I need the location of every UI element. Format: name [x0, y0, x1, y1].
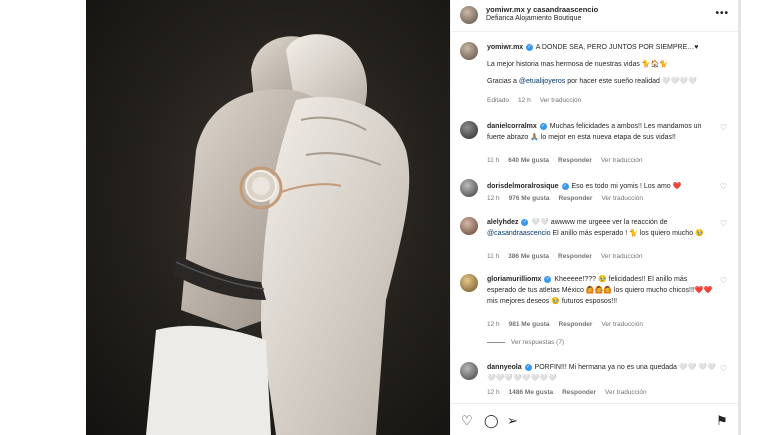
- comment: gloriamurilliomx ✓ Kheeeee!??? 🥹 felicid…: [487, 274, 717, 307]
- reply-button[interactable]: Responder: [558, 321, 592, 328]
- scrollbar[interactable]: [738, 0, 741, 435]
- like-count[interactable]: 976 Me gusta: [509, 195, 550, 202]
- verified-icon: ✓: [521, 218, 529, 226]
- comment-text: 🤍🤍 awwww me urgeee ver la reacción de: [531, 219, 668, 226]
- post-panel: yomiwr.mx y casandraascencio Defianca Al…: [450, 0, 739, 435]
- reply-button[interactable]: Responder: [562, 389, 596, 396]
- timestamp[interactable]: 12 h: [487, 321, 500, 328]
- reply-button[interactable]: Responder: [558, 253, 592, 260]
- action-bar: ♡ ◯ ➢ ⚑: [451, 403, 739, 435]
- verified-icon: ✓: [526, 43, 534, 51]
- post-caption: yomiwr.mx ✓ A DONDE SEA, PERO JUNTOS POR…: [487, 42, 717, 87]
- caption-text: por hacer este sueño realidad 🤍🤍🤍🤍: [565, 78, 697, 85]
- comment-text: El anillo más esperado ! 🐈 los quiero mu…: [550, 230, 704, 237]
- comment-meta: 12 h 1486 Me gusta Responder Ver traducción: [487, 389, 656, 396]
- caption-line-1: A DONDE SEA, PERO JUNTOS POR SIEMPRE…♥: [535, 44, 699, 51]
- view-replies-link[interactable]: Ver respuestas (7): [487, 339, 564, 346]
- comment-username[interactable]: dorisdelmoralrosique: [487, 183, 559, 190]
- comment-meta: 12 h 976 Me gusta Responder Ver traducción: [487, 195, 652, 202]
- avatar[interactable]: [460, 274, 478, 292]
- comment-meta: 11 h 640 Me gusta Responder Ver traducción: [487, 157, 652, 164]
- post-photo[interactable]: [86, 0, 450, 435]
- comment-username[interactable]: danielcorralmx: [487, 123, 537, 130]
- like-count[interactable]: 1486 Me gusta: [509, 389, 553, 396]
- caption-meta: Editado 12 h Ver traducción: [487, 97, 590, 104]
- comment-icon[interactable]: ◯: [484, 414, 499, 427]
- avatar[interactable]: [460, 121, 478, 139]
- post-viewer: yomiwr.mx y casandraascencio Defianca Al…: [0, 0, 768, 435]
- comment-text: Eso es todo mi yomis ! Los amo ❤️: [571, 183, 682, 190]
- reply-button[interactable]: Responder: [558, 195, 592, 202]
- comment: alelyhdez ✓ 🤍🤍 awwww me urgeee ver la re…: [487, 217, 717, 239]
- avatar[interactable]: [460, 179, 478, 197]
- save-icon[interactable]: ⚑: [716, 414, 728, 427]
- translate-link[interactable]: Ver traducción: [605, 389, 647, 396]
- mention-link[interactable]: @casandraascencio: [487, 230, 551, 237]
- timestamp[interactable]: 12 h: [518, 97, 531, 104]
- avatar[interactable]: [460, 217, 478, 235]
- heart-icon[interactable]: ♡: [720, 219, 727, 228]
- verified-icon: ✓: [561, 182, 569, 190]
- timestamp[interactable]: 12 h: [487, 195, 500, 202]
- translate-link[interactable]: Ver traducción: [540, 97, 582, 104]
- comment-text: PORFIN!!! Mi hermana ya no es una quedad…: [487, 364, 716, 382]
- verified-icon: ✓: [524, 363, 532, 371]
- comment: danielcorralmx ✓ Muchas felicidades a am…: [487, 121, 717, 143]
- caption-username[interactable]: yomiwr.mx: [487, 44, 523, 51]
- post-authors[interactable]: yomiwr.mx y casandraascencio: [486, 5, 598, 14]
- translate-link[interactable]: Ver traducción: [601, 253, 643, 260]
- verified-icon: ✓: [544, 275, 552, 283]
- avatar[interactable]: [460, 42, 478, 60]
- comment: dannyeola ✓ PORFIN!!! Mi hermana ya no e…: [487, 362, 717, 384]
- comment: dorisdelmoralrosique ✓ Eso es todo mi yo…: [487, 181, 717, 192]
- replies-divider: [487, 341, 505, 343]
- timestamp[interactable]: 11 h: [487, 157, 499, 164]
- translate-link[interactable]: Ver traducción: [601, 195, 643, 202]
- like-icon[interactable]: ♡: [461, 414, 473, 427]
- reply-button[interactable]: Responder: [558, 157, 592, 164]
- view-replies-label[interactable]: Ver respuestas (7): [511, 339, 564, 346]
- comment-username[interactable]: dannyeola: [487, 364, 522, 371]
- timestamp[interactable]: 11 h: [487, 253, 499, 260]
- share-icon[interactable]: ➢: [507, 414, 518, 427]
- mention-link[interactable]: @etualijoyeros: [519, 78, 565, 85]
- comment-username[interactable]: gloriamurilliomx: [487, 276, 541, 283]
- comments-feed[interactable]: yomiwr.mx ✓ A DONDE SEA, PERO JUNTOS POR…: [451, 33, 739, 403]
- heart-icon[interactable]: ♡: [720, 276, 727, 285]
- like-count[interactable]: 640 Me gusta: [508, 157, 549, 164]
- heart-icon[interactable]: ♡: [720, 123, 727, 132]
- comment-meta: 11 h 386 Me gusta Responder Ver traducción: [487, 253, 652, 260]
- like-count[interactable]: 386 Me gusta: [508, 253, 549, 260]
- engagement-ring-hands-image: [146, 34, 410, 435]
- caption-line-2: La mejor historia mas hermosa de nuestra…: [487, 61, 668, 68]
- translate-link[interactable]: Ver traducción: [601, 321, 643, 328]
- edited-label: Editado: [487, 97, 510, 104]
- heart-icon[interactable]: ♡: [720, 364, 727, 373]
- caption-text: Gracias a: [487, 78, 519, 85]
- timestamp[interactable]: 12 h: [487, 389, 500, 396]
- more-options-icon[interactable]: •••: [715, 8, 729, 19]
- comment-meta: 12 h 981 Me gusta Responder Ver traducción: [487, 321, 652, 328]
- avatar[interactable]: [460, 6, 478, 24]
- verified-icon: ✓: [539, 122, 547, 130]
- comment-username[interactable]: alelyhdez: [487, 219, 519, 226]
- like-count[interactable]: 981 Me gusta: [509, 321, 550, 328]
- avatar[interactable]: [460, 362, 478, 380]
- post-header: yomiwr.mx y casandraascencio Defianca Al…: [451, 0, 739, 32]
- caption-line-3: Gracias a @etualijoyeros por hacer este …: [487, 76, 717, 87]
- heart-icon[interactable]: ♡: [720, 182, 727, 191]
- post-location[interactable]: Defianca Alojamiento Boutique: [486, 15, 581, 22]
- translate-link[interactable]: Ver traducción: [601, 157, 643, 164]
